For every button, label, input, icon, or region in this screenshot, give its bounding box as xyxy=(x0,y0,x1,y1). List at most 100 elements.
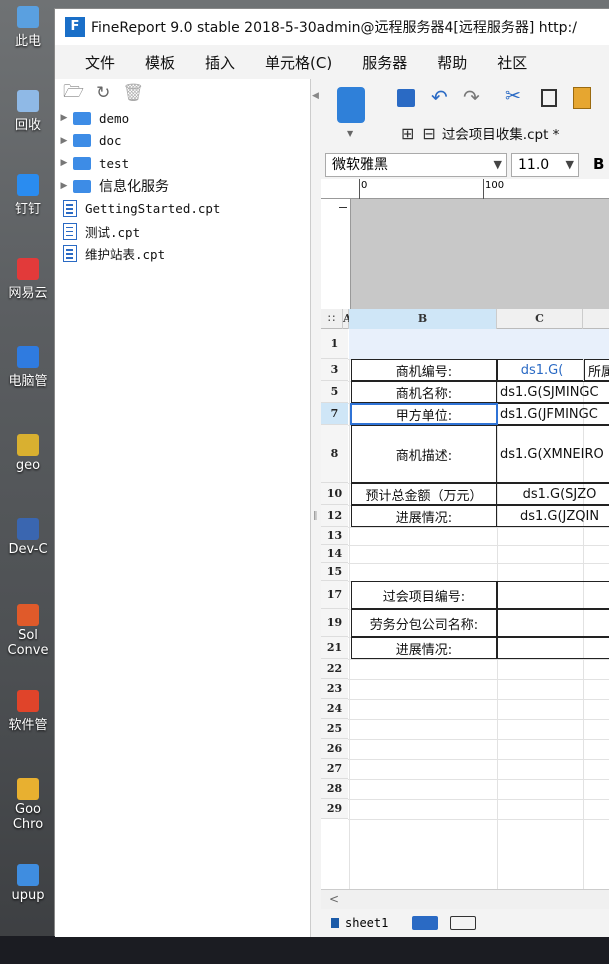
row-header-21[interactable]: 21 xyxy=(321,637,348,659)
menu-file[interactable]: 文件 xyxy=(85,52,115,73)
desktop-shortcut[interactable]: 回收 xyxy=(0,90,56,133)
font-size-select[interactable]: 11.0 ▼ xyxy=(511,153,579,177)
column-d-header[interactable] xyxy=(583,309,609,329)
cell-value-r7[interactable]: ds1.G(JFMINGC xyxy=(497,403,609,425)
cell-value-r10[interactable]: ds1.G(SJZO xyxy=(497,483,609,505)
row-header-27[interactable]: 27 xyxy=(321,759,348,779)
scroll-left-icon[interactable]: < xyxy=(329,892,339,906)
copy-icon[interactable] xyxy=(541,89,557,107)
row-header-17[interactable]: 17 xyxy=(321,581,348,609)
parameter-canvas[interactable] xyxy=(321,199,609,309)
row-header-25[interactable]: 25 xyxy=(321,719,348,739)
desktop-shortcut[interactable]: 软件管 xyxy=(0,690,56,733)
cell-label-r12[interactable]: 进展情况: xyxy=(351,505,497,527)
sheet-tab-sheet1[interactable]: sheet1 xyxy=(345,916,388,930)
collapse-left-icon[interactable]: ◀ xyxy=(312,91,319,101)
desktop-shortcut[interactable]: Dev-C xyxy=(0,518,56,557)
row-header-28[interactable]: 28 xyxy=(321,779,348,799)
tree-item-demo[interactable]: ▶ demo xyxy=(55,107,310,130)
row-header-26[interactable]: 26 xyxy=(321,739,348,759)
cell-value-r8[interactable]: ds1.G(XMNEIRO xyxy=(497,425,609,483)
template-tab[interactable]: ⊞ ⊟ 过会项目收集.cpt * xyxy=(401,121,609,145)
desktop-shortcut[interactable]: Goo Chro xyxy=(0,778,56,832)
tree-item-test-cpt[interactable]: 测试.cpt xyxy=(55,220,310,243)
row-header-1[interactable]: 1 xyxy=(321,329,348,359)
cell-label-r3[interactable]: 商机编号: xyxy=(351,359,497,381)
font-name-select[interactable]: 微软雅黑 ▼ xyxy=(325,153,507,177)
row-header-10[interactable]: 10 xyxy=(321,483,348,505)
row-header-23[interactable]: 23 xyxy=(321,679,348,699)
menu-community[interactable]: 社区 xyxy=(497,52,527,73)
tree-item-doc[interactable]: ▶ doc xyxy=(55,130,310,153)
expand-arrow-icon[interactable]: ▶ xyxy=(55,136,73,146)
menu-server[interactable]: 服务器 xyxy=(362,52,407,73)
chevron-down-icon[interactable]: ▼ xyxy=(494,154,502,176)
cell-value-r21[interactable] xyxy=(497,637,609,659)
paste-icon[interactable] xyxy=(573,87,591,109)
cell-label-r8[interactable]: 商机描述: xyxy=(351,425,497,483)
cell-value-r12[interactable]: ds1.G(JZQIN xyxy=(497,505,609,527)
desktop-shortcut[interactable]: 此电 xyxy=(0,6,56,49)
expand-arrow-icon[interactable]: ▶ xyxy=(55,181,73,191)
desktop-shortcut[interactable]: Sol Conve xyxy=(0,604,56,658)
expand-arrow-icon[interactable]: ▶ xyxy=(55,158,73,168)
cell-value-r17[interactable] xyxy=(497,581,609,609)
menu-template[interactable]: 模板 xyxy=(145,52,175,73)
row-header-24[interactable]: 24 xyxy=(321,699,348,719)
cell-value-r3-next[interactable]: 所属 xyxy=(584,359,609,381)
desktop-shortcut[interactable]: geo xyxy=(0,434,56,473)
row-header-29[interactable]: 29 xyxy=(321,799,348,819)
cell-label-r10[interactable]: 预计总金额（万元） xyxy=(351,483,497,505)
row-header-19[interactable]: 19 xyxy=(321,609,348,637)
row-header-8[interactable]: 8 xyxy=(321,425,348,483)
row-header-13[interactable]: 13 xyxy=(321,527,348,545)
row-header-12[interactable]: 12 xyxy=(321,505,348,527)
spreadsheet[interactable]: ∷ A B C 1 3 5 7 8 10 12 13 14 15 17 19 21 22 23 24 25 26 2… xyxy=(321,309,609,889)
row-header-5[interactable]: 5 xyxy=(321,381,348,403)
cut-icon[interactable]: ✂ xyxy=(505,85,521,107)
cell-value-r19[interactable] xyxy=(497,609,609,637)
refresh-icon[interactable]: ↻ xyxy=(96,83,110,103)
tree-item-maintenance[interactable]: 维护站表.cpt xyxy=(55,243,310,266)
selected-cell-outline[interactable] xyxy=(350,403,498,425)
menu-insert[interactable]: 插入 xyxy=(205,52,235,73)
expand-arrow-icon[interactable]: ▶ xyxy=(55,113,73,123)
open-folder-icon[interactable]: 🗁 xyxy=(63,79,84,108)
undo-icon[interactable]: ↶ xyxy=(431,85,448,109)
form-report-icon[interactable]: ⊟ xyxy=(422,124,435,143)
dropdown-arrow-icon[interactable]: ▼ xyxy=(347,129,353,138)
cell-value-r5[interactable]: ds1.G(SJMINGC xyxy=(497,381,609,403)
column-b-header[interactable]: B xyxy=(349,309,497,329)
cell-label-r19[interactable]: 劳务分包公司名称: xyxy=(351,609,497,637)
row-header-15[interactable]: 15 xyxy=(321,563,348,581)
select-all-corner[interactable]: ∷ xyxy=(321,309,343,329)
desktop-shortcut[interactable]: upup xyxy=(0,864,56,903)
row-header-14[interactable]: 14 xyxy=(321,545,348,563)
desktop-shortcut[interactable]: 网易云 xyxy=(0,258,56,301)
cell-value-r3[interactable]: ds1.G( xyxy=(497,359,583,381)
tree-item-info-service[interactable]: ▶ 信息化服务 xyxy=(55,175,310,198)
desktop-shortcut[interactable]: 钉钉 xyxy=(0,174,56,217)
grid-report-icon[interactable]: ⊞ xyxy=(401,124,414,143)
bold-button[interactable]: B xyxy=(593,155,604,173)
horizontal-scrollbar[interactable]: < xyxy=(321,889,609,909)
row-header-22[interactable]: 22 xyxy=(321,659,348,679)
template-style-icon[interactable] xyxy=(337,87,365,123)
cell-label-r21[interactable]: 进展情况: xyxy=(351,637,497,659)
splitter-grip-icon[interactable]: ‖ xyxy=(313,511,318,521)
cell-label-r5[interactable]: 商机名称: xyxy=(351,381,497,403)
desktop-shortcut[interactable]: 电脑管 xyxy=(0,346,56,389)
panel-splitter[interactable]: ◀ ‖ xyxy=(311,79,321,937)
tree-item-test[interactable]: ▶ test xyxy=(55,152,310,175)
cell-label-r17[interactable]: 过会项目编号: xyxy=(351,581,497,609)
redo-icon[interactable]: ↷ xyxy=(463,85,480,109)
tree-item-gettingstarted[interactable]: GettingStarted.cpt xyxy=(55,197,310,220)
chevron-down-icon[interactable]: ▼ xyxy=(566,154,574,176)
menu-cell[interactable]: 单元格(C) xyxy=(265,52,332,73)
add-report-sheet-icon[interactable] xyxy=(412,916,439,930)
delete-icon[interactable]: 🗑 xyxy=(122,83,144,103)
menu-help[interactable]: 帮助 xyxy=(437,52,467,73)
column-c-header[interactable]: C xyxy=(497,309,583,329)
save-icon[interactable] xyxy=(397,89,415,107)
row-header-3[interactable]: 3 xyxy=(321,359,348,381)
